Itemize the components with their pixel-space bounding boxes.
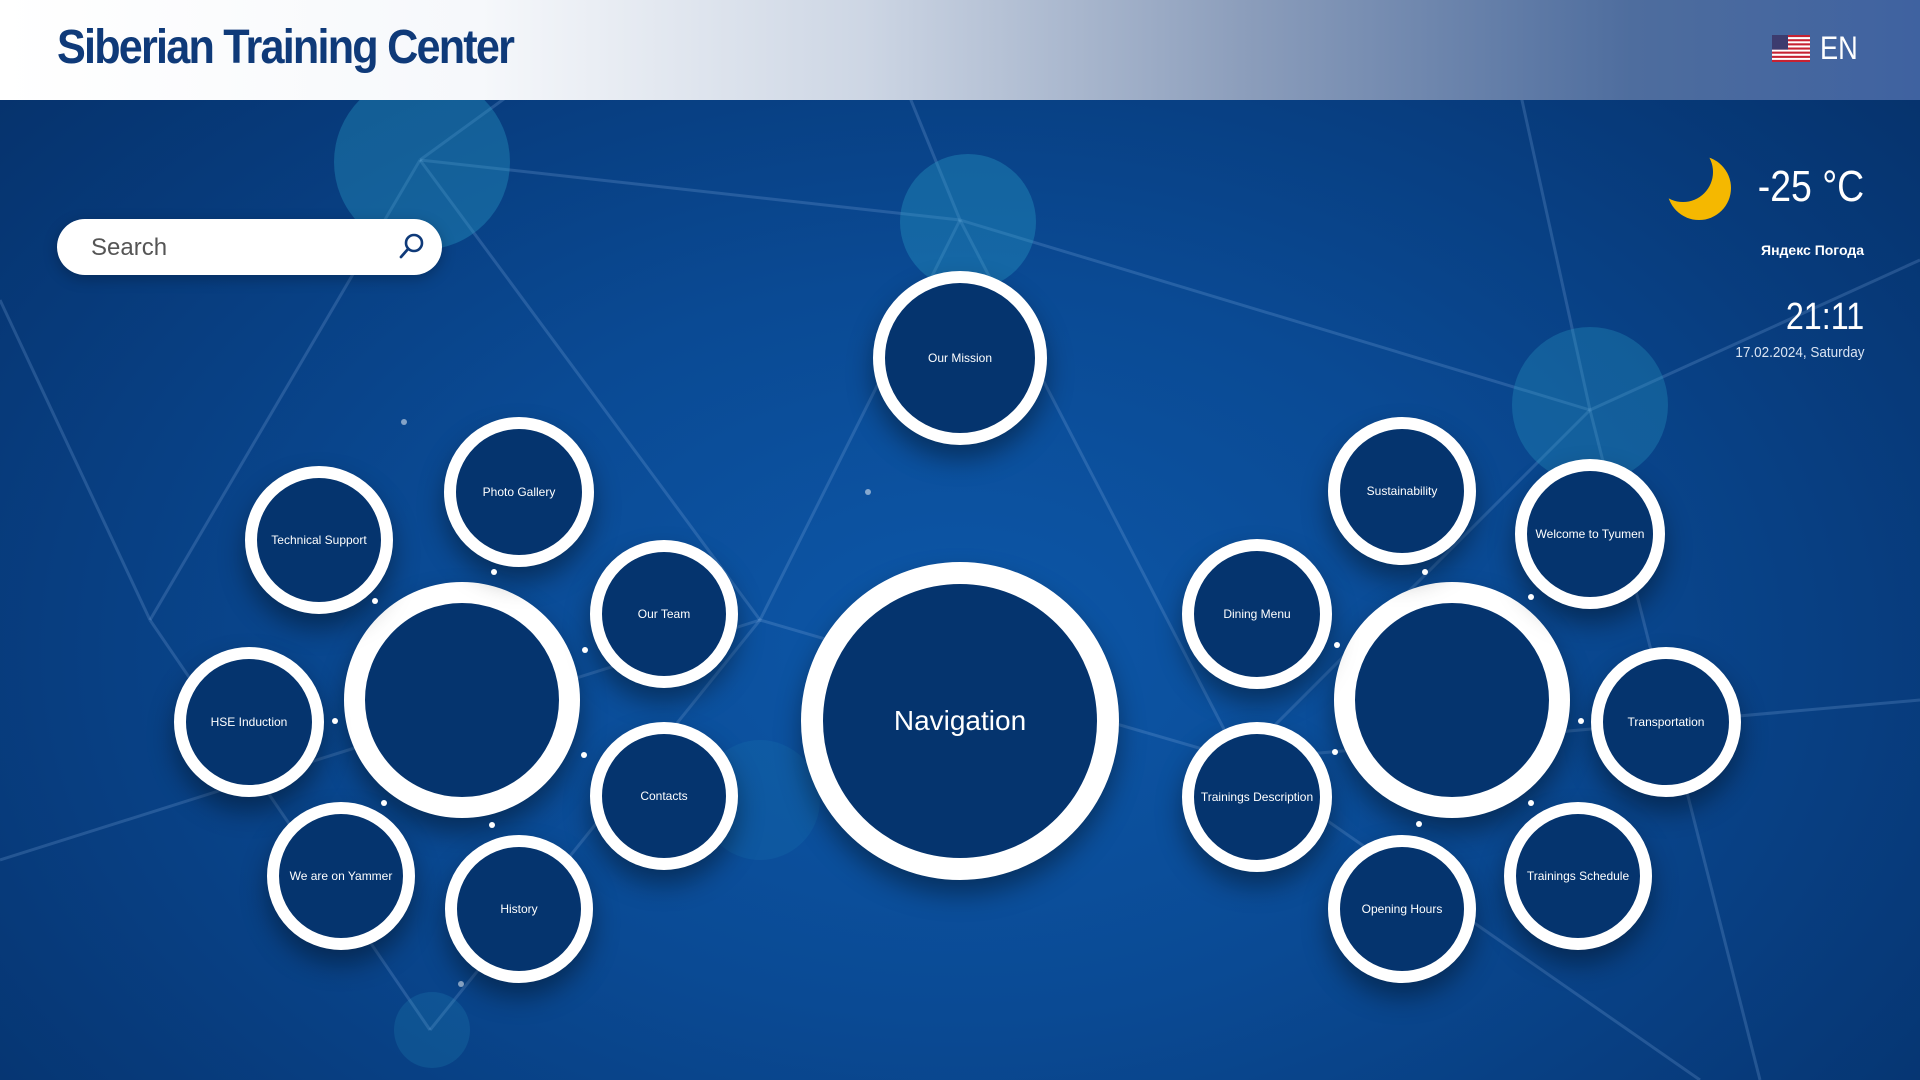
node-label: Opening Hours (1361, 901, 1443, 916)
connector-dot (381, 800, 387, 806)
node-label: Trainings Description (1200, 789, 1314, 804)
weather-provider[interactable]: Яндекс Погода (1761, 242, 1864, 258)
nav-node-trainings-description[interactable]: Trainings Description (1182, 722, 1332, 872)
node-label: HSE Induction (210, 714, 288, 729)
nav-node-dining-menu[interactable]: Dining Menu (1182, 539, 1332, 689)
navigation-label: Navigation (893, 705, 1027, 737)
navigation-hub[interactable]: Navigation (801, 562, 1119, 880)
nav-node-technical-support[interactable]: Technical Support (245, 466, 393, 614)
node-label: Photo Gallery (482, 484, 556, 499)
nav-node-opening-hours[interactable]: Opening Hours (1328, 835, 1476, 983)
us-flag-icon (1771, 35, 1810, 62)
connector-dot (865, 489, 871, 495)
nav-node-photo-gallery[interactable]: Photo Gallery (444, 417, 594, 567)
nav-node-our-team[interactable]: Our Team (590, 540, 738, 688)
nav-node-sustainability[interactable]: Sustainability (1328, 417, 1476, 565)
site-title: Siberian Training Center (57, 21, 515, 74)
connector-dot (581, 752, 587, 758)
nav-node-trainings-schedule[interactable]: Trainings Schedule (1504, 802, 1652, 950)
node-label: Contacts (640, 788, 688, 803)
search-icon[interactable] (398, 232, 426, 260)
node-label: Our Team (637, 606, 691, 621)
node-label: Trainings Schedule (1526, 868, 1630, 883)
node-label: We are on Yammer (289, 868, 393, 883)
weather-widget: -25 °C Яндекс Погода (1604, 150, 1864, 270)
connector-dot (1334, 642, 1340, 648)
language-switcher[interactable]: EN (1771, 30, 1864, 67)
node-label: Technical Support (271, 532, 367, 547)
nav-node-contacts[interactable]: Contacts (590, 722, 738, 870)
search-input[interactable] (89, 219, 393, 277)
node-label: Transportation (1627, 714, 1705, 729)
connector-dot (401, 419, 407, 425)
left-cluster-hub (344, 582, 580, 818)
nav-node-welcome-to-tyumen[interactable]: Welcome to Tyumen (1515, 459, 1665, 609)
header-bar: Siberian Training Center EN (0, 0, 1920, 100)
nav-node-history[interactable]: History (445, 835, 593, 983)
connector-dot (1578, 718, 1584, 724)
connector-dot (332, 718, 338, 724)
right-cluster-hub (1334, 582, 1570, 818)
connector-dot (1528, 594, 1534, 600)
nav-node-yammer[interactable]: We are on Yammer (267, 802, 415, 950)
moon-icon (1667, 156, 1731, 220)
node-label: Sustainability (1366, 483, 1438, 498)
search-bar (57, 219, 442, 277)
connector-dot (1528, 800, 1534, 806)
connector-dot (1416, 821, 1422, 827)
connector-dot (491, 569, 497, 575)
connector-dot (1422, 569, 1428, 575)
node-label: Our Mission (927, 350, 992, 365)
clock-time: 21:11 (1785, 296, 1864, 338)
clock-date: 17.02.2024, Saturday (1734, 344, 1864, 361)
connector-dot (582, 647, 588, 653)
connector-dot (489, 822, 495, 828)
nav-node-our-mission[interactable]: Our Mission (873, 271, 1047, 445)
node-label: Welcome to Tyumen (1535, 526, 1645, 541)
connector-dot (1332, 749, 1338, 755)
nav-node-hse-induction[interactable]: HSE Induction (174, 647, 324, 797)
node-label: Dining Menu (1223, 606, 1291, 621)
language-code: EN (1819, 30, 1858, 66)
connector-dot (372, 598, 378, 604)
connector-dot (458, 981, 464, 987)
temperature-value: -25 °C (1757, 162, 1864, 211)
nav-node-transportation[interactable]: Transportation (1591, 647, 1741, 797)
node-label: History (500, 901, 538, 916)
